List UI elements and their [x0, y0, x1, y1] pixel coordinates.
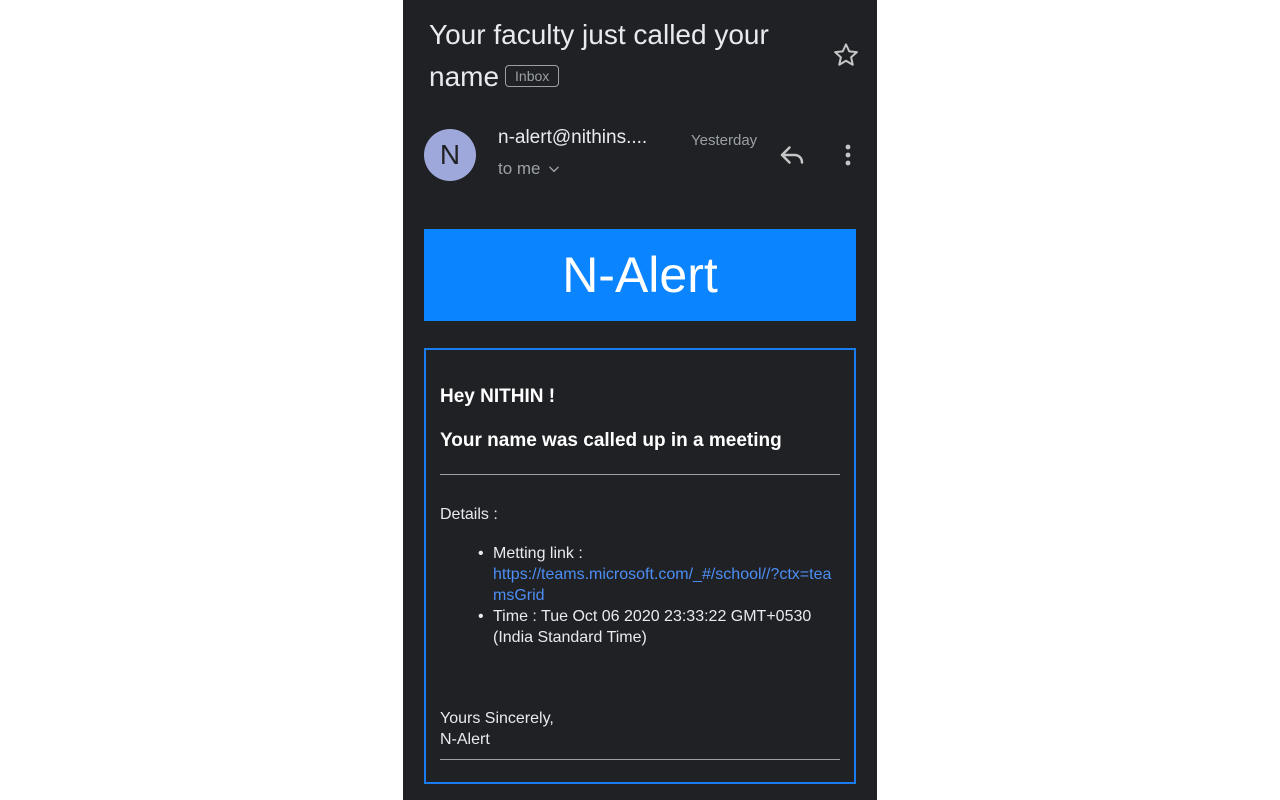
- more-vert-icon[interactable]: [836, 140, 860, 170]
- sender-avatar[interactable]: N: [424, 129, 476, 181]
- time-value: Tue Oct 06 2020 23:33:22 GMT+0530 (India…: [493, 608, 812, 646]
- email-subject: Your faculty just called your name Inbox: [429, 14, 809, 98]
- details-list: • Metting link : https://teams.microsoft…: [476, 543, 836, 648]
- n-alert-banner: N-Alert: [424, 229, 856, 321]
- reply-icon[interactable]: [777, 140, 807, 170]
- signoff-line-1: Yours Sincerely,: [440, 710, 554, 727]
- meeting-link-label: Metting link :: [493, 545, 583, 562]
- meeting-link[interactable]: https://teams.microsoft.com/_#/school//?…: [493, 566, 831, 604]
- recipient-details-toggle[interactable]: to me: [498, 159, 561, 179]
- list-item-meeting-link: • Metting link : https://teams.microsoft…: [476, 543, 836, 606]
- divider-bottom: [440, 759, 840, 760]
- email-view: Your faculty just called your name Inbox …: [403, 0, 877, 800]
- sender-address[interactable]: n-alert@nithins....: [498, 127, 647, 149]
- star-icon[interactable]: [831, 40, 861, 70]
- subject-text: Your faculty just called your name: [429, 19, 769, 92]
- time-label: Time :: [493, 608, 537, 625]
- list-item-time: • Time : Tue Oct 06 2020 23:33:22 GMT+05…: [476, 606, 836, 648]
- headline-text: Your name was called up in a meeting: [440, 430, 782, 451]
- inbox-label-badge[interactable]: Inbox: [505, 64, 560, 87]
- signoff: Yours Sincerely, N-Alert: [440, 708, 554, 750]
- chevron-down-icon: [548, 166, 559, 173]
- recipient-line: to me: [498, 159, 541, 178]
- greeting-text: Hey NITHIN !: [440, 386, 556, 407]
- message-card: Hey NITHIN ! Your name was called up in …: [424, 348, 856, 784]
- bullet-icon: •: [478, 608, 484, 625]
- details-label: Details :: [440, 506, 498, 523]
- bullet-icon: •: [478, 545, 484, 562]
- email-date: Yesterday: [691, 132, 758, 149]
- signoff-line-2: N-Alert: [440, 731, 490, 748]
- divider-top: [440, 474, 840, 475]
